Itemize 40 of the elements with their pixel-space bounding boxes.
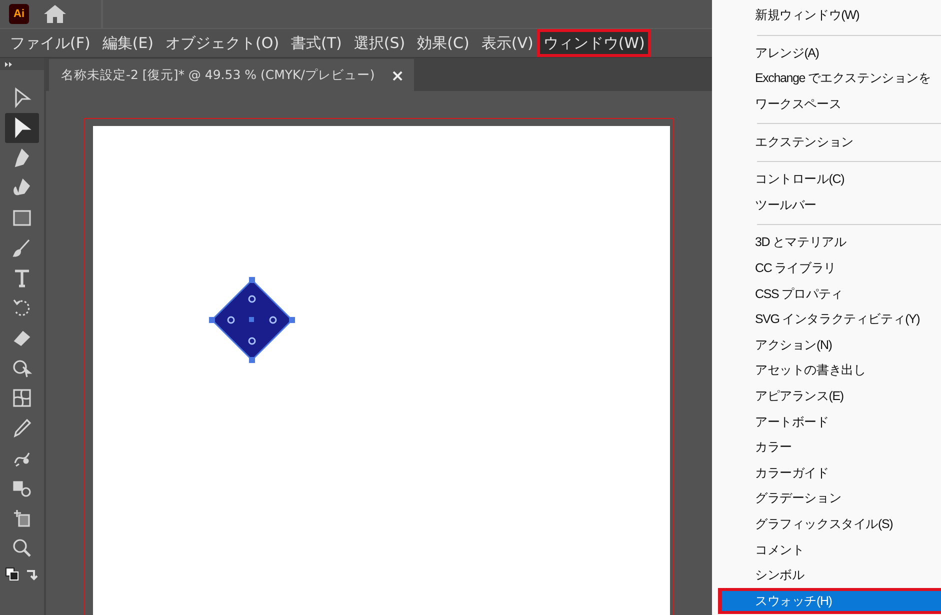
menu-item[interactable]: シンボル: [712, 562, 941, 588]
menu-item[interactable]: アピアランス(E): [712, 384, 941, 410]
collapse-icon[interactable]: [5, 62, 13, 66]
menu-item[interactable]: SVG インタラクティビティ(Y): [712, 306, 941, 333]
menu-item[interactable]: エクステンション: [712, 129, 941, 155]
menu-item[interactable]: アレンジ(A): [712, 40, 941, 66]
menu-item[interactable]: Exchange でエクステンションを: [712, 66, 941, 92]
menu-item[interactable]: ウィンドウ(W): [540, 32, 648, 54]
menu-item[interactable]: 書式(T): [288, 32, 345, 54]
menu-item[interactable]: コメント: [712, 537, 941, 563]
menu-item[interactable]: アクション(N): [712, 332, 941, 358]
app-logo: Ai: [9, 4, 29, 24]
menu-item[interactable]: カラー: [712, 434, 941, 460]
menu-item[interactable]: カラーガイド: [712, 460, 941, 486]
menu-item[interactable]: ワークスペース: [712, 92, 941, 118]
close-button[interactable]: ×: [390, 66, 404, 84]
menu-item[interactable]: ツールバー: [712, 192, 941, 218]
menu-item[interactable]: 編集(E): [99, 32, 157, 54]
menu-item[interactable]: CC ライブラリ: [712, 256, 941, 282]
menu-item[interactable]: グラフィックスタイル(S): [712, 512, 941, 538]
home-icon[interactable]: [43, 4, 67, 24]
diamond-shape[interactable]: [208, 276, 296, 364]
direct-tool-icon[interactable]: [5, 113, 39, 143]
menu-item[interactable]: CSS プロパティ: [712, 281, 941, 307]
menu-item[interactable]: 選択(S): [350, 32, 408, 54]
menu-item[interactable]: オブジェクト(O): [162, 32, 282, 54]
menu-item[interactable]: コントロール(C): [712, 166, 941, 193]
document-title: 名称未設定-2 [復元]* @ 49.53 % (CMYK/プレビュー): [61, 66, 375, 84]
menu-item[interactable]: 表示(V): [478, 32, 536, 54]
menu-item[interactable]: グラデーション: [712, 486, 941, 512]
menu-item[interactable]: 効果(C): [414, 32, 472, 54]
swap-icon[interactable]: [25, 567, 39, 581]
document-tab[interactable]: 名称未設定-2 [復元]* @ 49.53 % (CMYK/プレビュー) ×: [49, 59, 414, 91]
menu-item[interactable]: アートボード: [712, 409, 941, 435]
menu-item[interactable]: アセットの書き出し: [712, 358, 941, 384]
menu-item[interactable]: スウォッチ(H): [722, 591, 941, 612]
menu-item[interactable]: 新規ウィンドウ(W): [712, 3, 941, 29]
menu-item[interactable]: 3D とマテリアル: [712, 230, 941, 256]
fill-stroke-icon[interactable]: [5, 567, 19, 581]
menu-item[interactable]: ファイル(F): [7, 32, 94, 54]
